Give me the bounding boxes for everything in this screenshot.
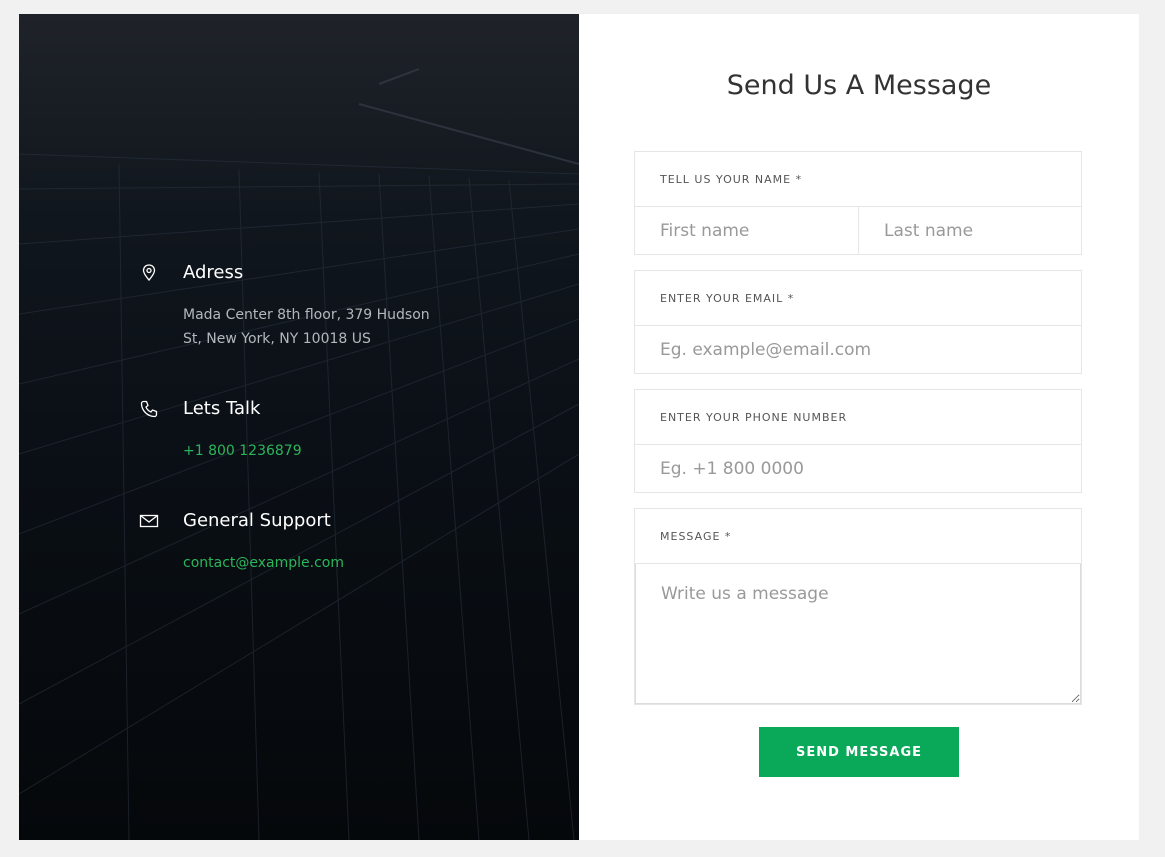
support-email-link[interactable]: contact@example.com — [183, 551, 344, 575]
message-form: Send Us A Message TELL US YOUR NAME * EN… — [579, 14, 1139, 840]
address-title: Adress — [183, 262, 244, 283]
name-inputs — [635, 207, 1081, 254]
last-name-input[interactable] — [858, 207, 1081, 254]
phone-title: Lets Talk — [183, 398, 261, 419]
contact-info-panel: Adress Mada Center 8th floor, 379 Hudson… — [19, 14, 579, 840]
address-line-1: Mada Center 8th floor, 379 Hudson — [183, 307, 430, 323]
email-field-group: ENTER YOUR EMAIL * — [634, 270, 1082, 374]
email-label: ENTER YOUR EMAIL * — [635, 271, 1081, 326]
message-textarea[interactable] — [635, 564, 1081, 704]
phone-link[interactable]: +1 800 1236879 — [183, 439, 302, 463]
address-text: Mada Center 8th floor, 379 Hudson St, Ne… — [183, 303, 430, 351]
phone-icon — [139, 399, 159, 419]
send-message-button[interactable]: SEND MESSAGE — [759, 727, 959, 777]
phone-input[interactable] — [635, 445, 1081, 492]
mail-icon — [139, 511, 159, 531]
address-line-2: St, New York, NY 10018 US — [183, 331, 371, 347]
phone-field-group: ENTER YOUR PHONE NUMBER — [634, 389, 1082, 493]
message-field-group: MESSAGE * — [634, 508, 1082, 705]
building-background-image — [19, 68, 579, 840]
name-field-group: TELL US YOUR NAME * — [634, 151, 1082, 255]
contact-card: Adress Mada Center 8th floor, 379 Hudson… — [19, 14, 1139, 840]
name-label: TELL US YOUR NAME * — [635, 152, 1081, 207]
form-heading: Send Us A Message — [726, 70, 992, 101]
map-pin-icon — [139, 263, 159, 283]
support-title: General Support — [183, 510, 331, 531]
phone-label: ENTER YOUR PHONE NUMBER — [635, 390, 1081, 445]
email-input[interactable] — [635, 326, 1081, 373]
first-name-input[interactable] — [635, 207, 858, 254]
message-label: MESSAGE * — [635, 509, 1081, 564]
